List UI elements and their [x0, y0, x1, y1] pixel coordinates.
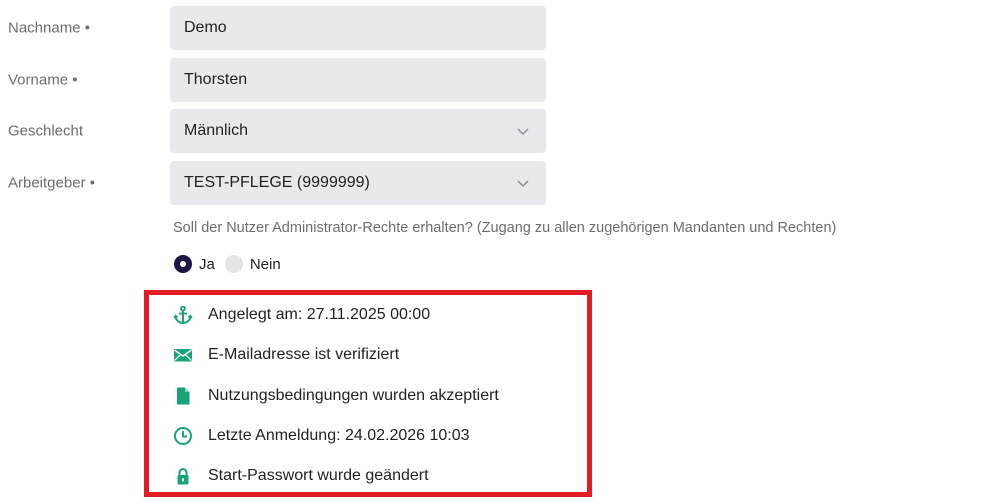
- admin-radio-group: Ja Nein: [174, 253, 291, 275]
- lastname-input[interactable]: Demo: [170, 6, 546, 50]
- employer-value: TEST-PFLEGE (9999999): [184, 174, 370, 191]
- admin-radio-yes-label[interactable]: Ja: [199, 256, 215, 273]
- status-last-login-text: Letzte Anmeldung: 24.02.2026 10:03: [208, 427, 470, 444]
- admin-radio-no-label[interactable]: Nein: [250, 256, 281, 273]
- status-terms-accepted: Nutzungsbedingungen wurden akzeptiert: [173, 384, 499, 408]
- gender-label: Geschlecht: [8, 122, 84, 140]
- envelope-icon: [173, 345, 193, 365]
- firstname-value: Thorsten: [184, 71, 248, 88]
- employer-label: Arbeitgeber •: [8, 174, 95, 192]
- anchor-icon: [173, 305, 193, 325]
- status-created-text: Angelegt am: 27.11.2025 00:00: [208, 306, 431, 323]
- firstname-label: Vorname •: [8, 71, 78, 89]
- clock-icon: [173, 426, 193, 446]
- status-terms-text: Nutzungsbedingungen wurden akzeptiert: [208, 387, 499, 404]
- employer-select[interactable]: TEST-PFLEGE (9999999): [170, 161, 546, 205]
- gender-value: Männlich: [184, 122, 249, 139]
- admin-radio-yes[interactable]: [174, 255, 192, 273]
- lock-icon: [173, 466, 193, 486]
- admin-radio-no[interactable]: [224, 255, 243, 273]
- lastname-label: Nachname •: [8, 19, 90, 37]
- account-status-box: Angelegt am: 27.11.2025 00:00 E-Mailadre…: [144, 290, 592, 497]
- gender-select[interactable]: Männlich: [170, 109, 546, 153]
- status-email-verified: E-Mailadresse ist verifiziert: [173, 343, 399, 367]
- admin-question: Soll der Nutzer Administrator-Rechte erh…: [173, 220, 837, 236]
- status-password-changed: Start-Passwort wurde geändert: [173, 464, 429, 488]
- chevron-down-icon: [517, 128, 529, 136]
- firstname-row: Vorname • Thorsten: [0, 58, 560, 102]
- status-password-text: Start-Passwort wurde geändert: [208, 467, 429, 484]
- status-email-text: E-Mailadresse ist verifiziert: [208, 346, 400, 363]
- employer-row: Arbeitgeber • TEST-PFLEGE (9999999): [0, 161, 560, 205]
- lastname-value: Demo: [184, 19, 227, 36]
- status-created: Angelegt am: 27.11.2025 00:00: [173, 303, 430, 327]
- user-form: Nachname • Demo Vorname • Thorsten Gesch…: [0, 0, 986, 500]
- gender-row: Geschlecht Männlich: [0, 109, 560, 153]
- firstname-input[interactable]: Thorsten: [170, 58, 546, 102]
- document-icon: [173, 386, 193, 406]
- chevron-down-icon: [517, 180, 529, 188]
- status-last-login: Letzte Anmeldung: 24.02.2026 10:03: [173, 424, 470, 448]
- lastname-row: Nachname • Demo: [0, 6, 560, 50]
